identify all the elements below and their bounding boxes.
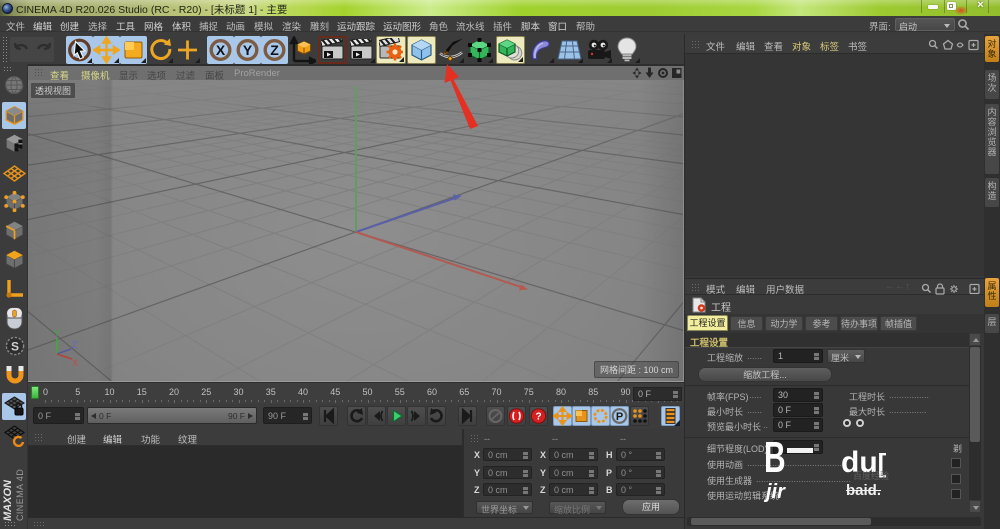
svg-text:?: ? [535, 412, 541, 423]
svg-text:X: X [216, 42, 226, 58]
svg-text:Y: Y [243, 42, 253, 58]
svg-text:Z: Z [270, 42, 279, 58]
svg-text:P: P [616, 411, 623, 423]
svg-text:S: S [11, 340, 19, 354]
